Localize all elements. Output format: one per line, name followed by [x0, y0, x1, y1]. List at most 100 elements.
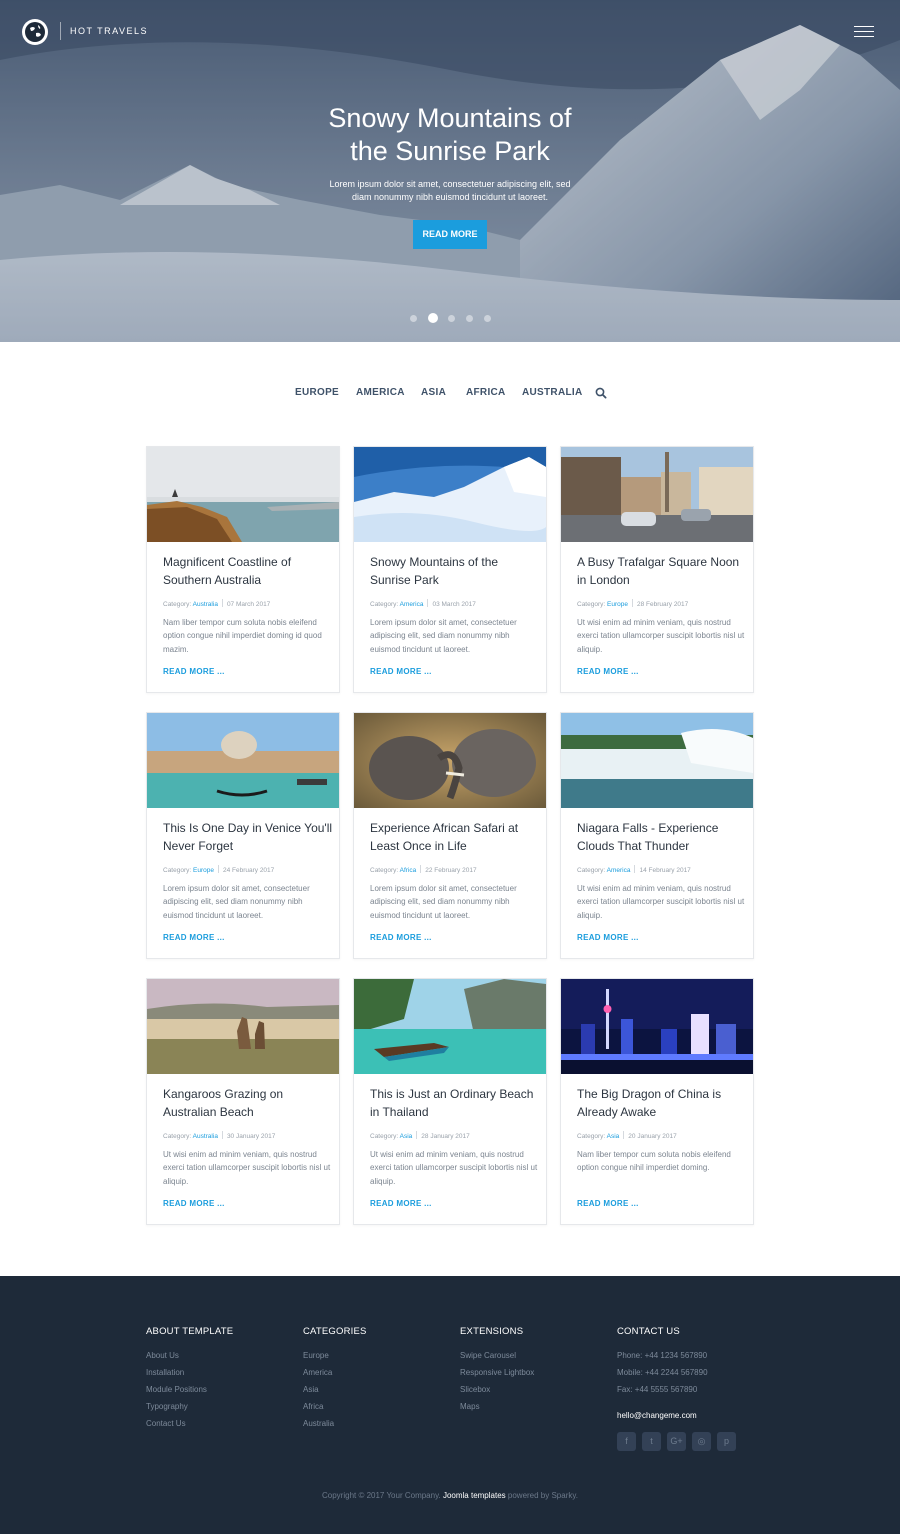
article-image-china-skyline[interactable]	[561, 979, 753, 1074]
article-card[interactable]: Experience African Safari at Least Once …	[353, 712, 547, 959]
article-excerpt: Ut wisi enim ad minim veniam, quis nostr…	[370, 1150, 538, 1186]
joomla-templates-link[interactable]: Joomla templates	[443, 1491, 506, 1500]
article-card[interactable]: A Busy Trafalgar Square Noon in London C…	[560, 446, 754, 693]
facebook-icon[interactable]: f	[617, 1432, 636, 1451]
article-title[interactable]: Magnificent Coastline of Southern Austra…	[163, 553, 333, 589]
read-more-link[interactable]: READ MORE ...	[370, 1199, 432, 1208]
footer-link-maps[interactable]: Maps	[460, 1398, 610, 1415]
footer-link-asia[interactable]: Asia	[303, 1381, 453, 1398]
read-more-link[interactable]: READ MORE ...	[163, 933, 225, 942]
footer-link-america[interactable]: America	[303, 1364, 453, 1381]
article-image-elephants[interactable]	[354, 713, 546, 808]
footer-link-swipe-carousel[interactable]: Swipe Carousel	[460, 1347, 610, 1364]
read-more-link[interactable]: READ MORE ...	[577, 933, 639, 942]
article-image-thailand-beach[interactable]	[354, 979, 546, 1074]
brand-name[interactable]: HOT TRAVELS	[70, 26, 148, 36]
article-image-coastline[interactable]	[147, 447, 339, 542]
read-more-link[interactable]: READ MORE ...	[370, 667, 432, 676]
twitter-icon[interactable]: t	[642, 1432, 661, 1451]
nav-item-asia[interactable]: ASIA	[421, 387, 446, 398]
article-image-kangaroos[interactable]	[147, 979, 339, 1074]
hamburger-menu-icon[interactable]	[854, 26, 874, 38]
footer-extensions-column: EXTENSIONS Swipe Carousel Responsive Lig…	[460, 1326, 610, 1415]
slider-dot[interactable]	[410, 315, 417, 322]
article-image-snowy-mountains[interactable]	[354, 447, 546, 542]
pinterest-icon[interactable]: p	[717, 1432, 736, 1451]
footer-link-about-us[interactable]: About Us	[146, 1347, 296, 1364]
article-meta: Category: America 03 March 2017	[370, 599, 540, 608]
read-more-link[interactable]: READ MORE ...	[370, 933, 432, 942]
contact-email-link[interactable]: hello@changeme.com	[617, 1407, 767, 1424]
slider-dots	[410, 313, 492, 323]
article-category-link[interactable]: Australia	[193, 1133, 218, 1140]
article-card[interactable]: Kangaroos Grazing on Australian Beach Ca…	[146, 978, 340, 1225]
nav-item-europe[interactable]: EUROPE	[295, 387, 339, 398]
footer-link-responsive-lightbox[interactable]: Responsive Lightbox	[460, 1364, 610, 1381]
article-card[interactable]: Snowy Mountains of the Sunrise Park Cate…	[353, 446, 547, 693]
slider-dot[interactable]	[484, 315, 491, 322]
article-meta: Category: Australia 30 January 2017	[163, 1131, 333, 1140]
read-more-link[interactable]: READ MORE ...	[163, 1199, 225, 1208]
slider-dot[interactable]	[466, 315, 473, 322]
article-category-link[interactable]: America	[400, 601, 424, 608]
footer-extensions-heading: EXTENSIONS	[460, 1326, 524, 1337]
article-category-link[interactable]: Asia	[607, 1133, 620, 1140]
article-date: 28 February 2017	[636, 601, 689, 608]
article-excerpt: Ut wisi enim ad minim veniam, quis nostr…	[577, 884, 745, 920]
article-image-niagara[interactable]	[561, 713, 753, 808]
slider-dot-active[interactable]	[428, 313, 438, 323]
footer-link-europe[interactable]: Europe	[303, 1347, 453, 1364]
nav-item-america[interactable]: AMERICA	[356, 387, 405, 398]
footer-link-typography[interactable]: Typography	[146, 1398, 296, 1415]
article-card[interactable]: This is Just an Ordinary Beach in Thaila…	[353, 978, 547, 1225]
footer-link-installation[interactable]: Installation	[146, 1364, 296, 1381]
article-image-london[interactable]	[561, 447, 753, 542]
footer-link-module-positions[interactable]: Module Positions	[146, 1381, 296, 1398]
article-meta: Category: Africa 22 February 2017	[370, 865, 540, 874]
slider-dot[interactable]	[448, 315, 455, 322]
footer-contact-heading: CONTACT US	[617, 1326, 680, 1337]
article-card[interactable]: Niagara Falls - Experience Clouds That T…	[560, 712, 754, 959]
article-title[interactable]: Niagara Falls - Experience Clouds That T…	[577, 819, 747, 855]
nav-item-africa[interactable]: AFRICA	[466, 387, 506, 398]
article-category-link[interactable]: Australia	[193, 601, 218, 608]
article-category-link[interactable]: Africa	[400, 867, 417, 874]
article-title[interactable]: Kangaroos Grazing on Australian Beach	[163, 1085, 333, 1121]
article-card[interactable]: The Big Dragon of China is Already Awake…	[560, 978, 754, 1225]
article-title[interactable]: Snowy Mountains of the Sunrise Park	[370, 553, 540, 589]
article-category-link[interactable]: Europe	[193, 867, 214, 874]
read-more-link[interactable]: READ MORE ...	[163, 667, 225, 676]
category-nav: EUROPE AMERICA ASIA AFRICA AUSTRALIA	[0, 387, 900, 403]
article-title[interactable]: This Is One Day in Venice You'll Never F…	[163, 819, 333, 855]
nav-item-australia[interactable]: AUSTRALIA	[522, 387, 582, 398]
article-card[interactable]: This Is One Day in Venice You'll Never F…	[146, 712, 340, 959]
article-title[interactable]: This is Just an Ordinary Beach in Thaila…	[370, 1085, 540, 1121]
article-category-link[interactable]: Europe	[607, 601, 628, 608]
hero-slider: HOT TRAVELS Snowy Mountains of the Sunri…	[0, 0, 900, 342]
footer-link-contact-us[interactable]: Contact Us	[146, 1415, 296, 1432]
copyright-prefix: Copyright © 2017 Your Company.	[322, 1491, 441, 1500]
article-category-link[interactable]: America	[607, 867, 631, 874]
article-meta: Category: Australia 07 March 2017	[163, 599, 333, 608]
article-card[interactable]: Magnificent Coastline of Southern Austra…	[146, 446, 340, 693]
google-plus-icon[interactable]: G+	[667, 1432, 686, 1451]
search-icon[interactable]	[595, 387, 607, 399]
article-date: 30 January 2017	[226, 1133, 276, 1140]
hero-read-more-button[interactable]: READ MORE	[413, 220, 487, 249]
footer-link-australia[interactable]: Australia	[303, 1415, 453, 1432]
article-meta: Category: Asia 28 January 2017	[370, 1131, 540, 1140]
article-category-link[interactable]: Asia	[400, 1133, 413, 1140]
read-more-link[interactable]: READ MORE ...	[577, 1199, 639, 1208]
article-image-venice[interactable]	[147, 713, 339, 808]
article-title[interactable]: The Big Dragon of China is Already Awake	[577, 1085, 747, 1121]
read-more-link[interactable]: READ MORE ...	[577, 667, 639, 676]
article-title[interactable]: Experience African Safari at Least Once …	[370, 819, 540, 855]
footer-link-africa[interactable]: Africa	[303, 1398, 453, 1415]
footer-link-slicebox[interactable]: Slicebox	[460, 1381, 610, 1398]
article-excerpt: Nam liber tempor cum soluta nobis eleife…	[577, 1150, 731, 1173]
article-title[interactable]: A Busy Trafalgar Square Noon in London	[577, 553, 747, 589]
instagram-icon[interactable]: ◎	[692, 1432, 711, 1451]
footer-contact-column: CONTACT US Phone: +44 1234 567890 Mobile…	[617, 1326, 767, 1424]
globe-icon[interactable]	[22, 19, 48, 45]
category-label: Category:	[370, 867, 399, 874]
